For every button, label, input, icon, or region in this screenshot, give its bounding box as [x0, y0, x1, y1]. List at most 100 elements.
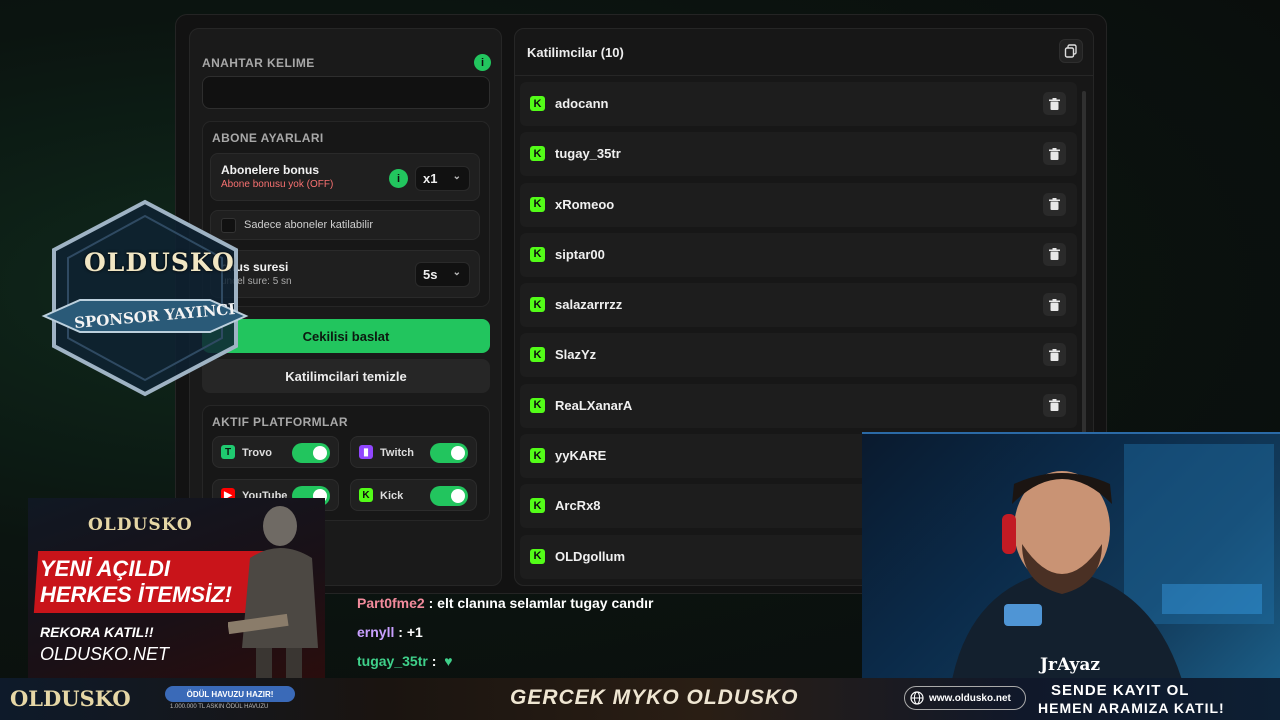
participant-name: tugay_35tr — [555, 146, 621, 162]
keyword-input[interactable] — [202, 76, 490, 109]
participants-title: Katilimcilar (10) — [527, 45, 624, 60]
sponsor-badge — [41, 199, 249, 397]
website-link[interactable]: www.oldusko.net — [904, 686, 1026, 710]
kick-icon: K — [530, 196, 545, 212]
bonus-multiplier-select[interactable]: x1 ⌄ — [415, 166, 470, 191]
participant-name: siptar00 — [555, 246, 605, 262]
chat-separator: : — [394, 624, 407, 640]
chevron-down-icon: ⌄ — [452, 171, 461, 182]
kick-icon: K — [530, 548, 545, 564]
prize-pool-badge: ÖDÜL HAVUZU HAZIR! — [165, 686, 295, 702]
chat-message: ernyll : +1 — [357, 624, 857, 653]
website-url: www.oldusko.net — [929, 692, 1011, 704]
kick-icon: K — [530, 397, 545, 413]
kick-icon: K — [530, 297, 545, 313]
subscriber-bonus-label: Abonelere bonus — [221, 163, 320, 177]
only-subscribers-option[interactable]: Sadece aboneler katilabilir — [210, 210, 480, 240]
chat-username: ernyll — [357, 624, 395, 640]
platform-trovo: T Trovo — [212, 436, 339, 468]
trovo-toggle[interactable] — [292, 443, 330, 463]
participant-row: K ReaLXanarA — [520, 383, 1077, 428]
promo-line4: OLDUSKO.NET — [40, 644, 170, 664]
bonus-multiplier-value: x1 — [423, 171, 438, 186]
kick-icon: K — [530, 146, 545, 162]
trash-icon — [1049, 248, 1060, 261]
twitch-toggle[interactable] — [430, 443, 468, 463]
delete-participant-button[interactable] — [1043, 293, 1066, 317]
prize-pool-subtext: 1.000.000 TL ASKIN ÖDÜL HAVUZU — [170, 704, 269, 710]
chat-separator: : — [424, 595, 438, 611]
promo-line3: REKORA KATIL!! — [40, 624, 154, 640]
subscriber-settings-title: ABONE AYARLARI — [212, 131, 324, 145]
kick-icon: K — [530, 498, 545, 514]
trash-icon — [1049, 399, 1060, 412]
trash-icon — [1049, 348, 1060, 361]
only-subscribers-label: Sadece aboneler katilabilir — [244, 219, 374, 231]
chat-message: Part0fme2 : elt clanına selamlar tugay c… — [357, 595, 857, 624]
heart-icon: ♥ — [444, 653, 453, 669]
participant-row: Kadocann — [520, 82, 1077, 126]
participant-name: ReaLXanarA — [555, 397, 633, 413]
promo-line1: YENİ AÇILDI — [40, 556, 170, 581]
platform-twitch-label: Twitch — [380, 447, 415, 459]
countdown-select[interactable]: 5s ⌄ — [415, 262, 470, 287]
trash-icon — [1049, 97, 1060, 110]
chat-text: +1 — [406, 624, 423, 640]
twitch-icon: ▮ — [359, 445, 373, 459]
participant-row: KxRomeoo — [520, 182, 1077, 227]
promo-banner[interactable]: OLDUSKO YENİ AÇILDI HERKES İTEMSİZ! REKO… — [28, 498, 325, 678]
trash-icon — [1049, 198, 1060, 211]
chat-overlay: Part0fme2 : elt clanına selamlar tugay c… — [357, 595, 857, 682]
footer-logo: OLDUSKO — [10, 686, 131, 711]
webcam-feed — [862, 432, 1280, 678]
kick-icon: K — [530, 246, 545, 262]
kick-icon: K — [359, 488, 373, 502]
participant-name: xRomeoo — [555, 196, 615, 212]
footer-banner: OLDUSKO ÖDÜL HAVUZU HAZIR! 1.000.000 TL … — [0, 678, 1280, 720]
trash-icon — [1049, 147, 1060, 160]
promo-logo: OLDUSKO — [88, 515, 193, 535]
delete-participant-button[interactable] — [1043, 192, 1066, 216]
streamer-figure — [952, 444, 1274, 678]
subscriber-bonus-card: Abonelere bonus Abone bonusu yok (OFF) i… — [210, 153, 480, 201]
keyword-info-icon[interactable]: i — [474, 54, 491, 71]
delete-participant-button[interactable] — [1043, 393, 1066, 417]
header-divider — [515, 75, 1093, 76]
platform-trovo-label: Trovo — [242, 447, 272, 459]
participant-row: Ksalazarrrzz — [520, 283, 1077, 328]
streamer-name: JrAyaz — [1040, 655, 1101, 675]
countdown-value: 5s — [423, 267, 438, 282]
delete-participant-button[interactable] — [1043, 343, 1066, 367]
globe-icon — [910, 691, 924, 705]
chat-text: elt clanına selamlar tugay candır — [437, 595, 654, 611]
delete-participant-button[interactable] — [1043, 242, 1066, 266]
footer-cta-line2: HEMEN ARAMIZA KATIL! — [1038, 700, 1225, 716]
chat-separator: : — [427, 653, 441, 669]
trash-icon — [1049, 298, 1060, 311]
platform-kick: K Kick — [350, 479, 477, 511]
footer-cta-line1: SENDE KAYIT OL — [1051, 682, 1190, 699]
chevron-down-icon: ⌄ — [452, 267, 461, 278]
participant-name: ArcRx8 — [555, 498, 601, 514]
kick-toggle[interactable] — [430, 486, 468, 506]
delete-participant-button[interactable] — [1043, 142, 1066, 166]
participant-name: adocann — [555, 96, 609, 111]
participant-name: yyKARE — [555, 448, 607, 464]
delete-participant-button[interactable] — [1043, 92, 1066, 115]
promo-line2: HERKES İTEMSİZ! — [40, 582, 232, 607]
chat-username: Part0fme2 — [357, 595, 425, 611]
footer-headline: GERCEK MYKO OLDUSKO — [510, 686, 799, 709]
active-platforms-title: AKTIF PLATFORMLAR — [212, 415, 348, 429]
kick-icon: K — [530, 448, 545, 464]
chat-username: tugay_35tr — [357, 653, 428, 669]
trovo-icon: T — [221, 445, 235, 459]
bonus-info-icon[interactable]: i — [389, 169, 408, 188]
copy-list-button[interactable] — [1059, 39, 1083, 63]
participant-name: OLDgollum — [555, 548, 626, 564]
participant-row: K SlazYz — [520, 333, 1077, 378]
subscriber-bonus-status: Abone bonusu yok (OFF) — [221, 179, 334, 190]
sponsor-logo-text: OLDUSKO — [84, 248, 235, 277]
participant-row: Ktugay_35tr — [520, 132, 1077, 177]
participant-name: SlazYz — [555, 347, 597, 363]
platform-kick-label: Kick — [380, 490, 404, 502]
